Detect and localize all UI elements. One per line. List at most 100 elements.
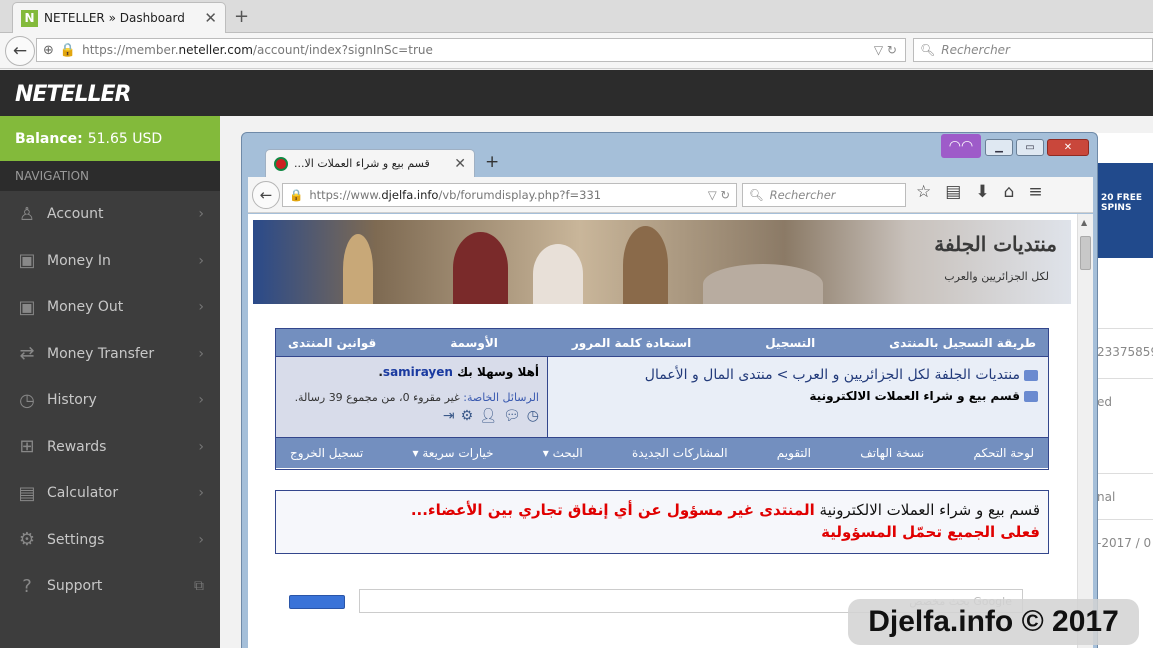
- scrollbar-thumb[interactable]: [1080, 236, 1091, 270]
- reload-icon[interactable]: ▽ ↻: [874, 43, 897, 57]
- watermark: Djelfa.info © 2017: [848, 599, 1139, 645]
- calculator-icon: ▤: [18, 482, 36, 504]
- sidebar-item-label: History: [47, 392, 97, 409]
- reading-list-icon[interactable]: ▤: [945, 182, 961, 202]
- menu-icon[interactable]: ≡: [1028, 182, 1042, 202]
- url-prefix: https://www.: [309, 188, 382, 202]
- welcome-box: أهلا وسهلا بك samirayen. الرسائل الخاصة:…: [276, 357, 548, 437]
- child-graphic: [453, 232, 508, 304]
- inner-browser-window: ◠◠ ▁ ▭ ✕ قسم بيع و شراء العملات الا... ✕…: [241, 132, 1098, 648]
- google-search-button[interactable]: [289, 595, 345, 609]
- search-input[interactable]: 🔍︎ Rechercher: [742, 183, 906, 207]
- close-tab-icon[interactable]: ✕: [204, 9, 217, 27]
- back-button[interactable]: ←: [252, 181, 280, 209]
- top-links: طريقة التسجيل بالمنتدى التسجيل استعادة ك…: [276, 329, 1048, 356]
- nav-header: NAVIGATION: [0, 161, 220, 191]
- transfer-icon: ⇄: [19, 343, 35, 365]
- sidebar-item-label: Money In: [47, 252, 111, 269]
- toolbar-icons: ☆ ▤ ⬇ ⌂ ≡: [916, 182, 1043, 202]
- forum-mid-row: منتديات الجلفة لكل الجزائريين و العرب > …: [276, 356, 1048, 438]
- crowd-graphic: [703, 264, 823, 304]
- bookmark-star-icon[interactable]: ☆: [916, 182, 931, 202]
- logout-icon[interactable]: ⇥: [443, 408, 455, 424]
- link-recover-password[interactable]: استعادة كلمة المرور: [572, 336, 691, 350]
- user-icons: ◷ 💬︎ 👤︎ ⚙ ⇥: [284, 408, 539, 424]
- link-mobile[interactable]: نسخة الهاتف: [860, 446, 924, 460]
- scroll-up-icon[interactable]: ▲: [1081, 218, 1087, 227]
- site-info-icon[interactable]: ⊕: [43, 43, 54, 58]
- sidebar-item-support[interactable]: ? Support ⧉: [0, 563, 220, 610]
- search-icon: 🔍︎: [920, 43, 936, 57]
- balance-bar: Balance: 51.65 USD: [0, 116, 220, 161]
- minimize-button[interactable]: ▁: [985, 139, 1013, 156]
- neteller-favicon: N: [21, 9, 38, 27]
- download-icon[interactable]: ⬇: [975, 182, 989, 202]
- welcome-greeting: أهلا وسهلا بك: [457, 365, 539, 379]
- outer-tab[interactable]: N NETELLER » Dashboard ✕: [12, 2, 226, 33]
- link-register[interactable]: التسجيل: [765, 336, 815, 350]
- link-badges[interactable]: الأوسمة: [450, 336, 498, 350]
- url-host: djelfa.info: [381, 188, 439, 202]
- add-user-icon[interactable]: 👤︎: [479, 408, 497, 424]
- sidebar: Balance: 51.65 USD NAVIGATION ♙ Account › …: [0, 116, 220, 648]
- close-tab-icon[interactable]: ✕: [454, 156, 466, 172]
- gift-icon: ⊞: [19, 436, 35, 458]
- sidebar-item-history[interactable]: ◷ History ›: [0, 377, 220, 424]
- djelfa-favicon: [274, 156, 288, 171]
- notice-forum-name: قسم بيع و شراء العملات الالكترونية: [819, 501, 1040, 519]
- link-new-posts[interactable]: المشاركات الجديدة: [632, 446, 728, 460]
- breadcrumb-section[interactable]: منتدى المال و الأعمال: [645, 367, 773, 383]
- notice-line-2: فعلى الجميع تحمّل المسؤولية: [821, 523, 1040, 541]
- chevron-right-icon: ›: [198, 438, 204, 455]
- peek-row: 23375859: [1097, 328, 1153, 374]
- link-search[interactable]: البحث ▾: [543, 446, 583, 460]
- home-icon[interactable]: ⌂: [1004, 182, 1015, 202]
- back-button[interactable]: ←: [5, 36, 35, 66]
- inner-nav-bar: ← 🔒 https://www. djelfa.info/vb/forumdisp…: [248, 177, 1093, 213]
- sidebar-item-label: Calculator: [47, 485, 119, 502]
- link-register-howto[interactable]: طريقة التسجيل بالمنتدى: [889, 336, 1036, 350]
- address-bar[interactable]: 🔒 https://www. djelfa.info/vb/forumdispla…: [282, 183, 737, 207]
- sidebar-item-calculator[interactable]: ▤ Calculator ›: [0, 470, 220, 517]
- chevron-right-icon: ›: [198, 531, 204, 548]
- forum-banner[interactable]: منتديات الجلفة لكل الجزائريين والعرب: [253, 220, 1071, 304]
- pm-link[interactable]: الرسائل الخاصة:: [463, 391, 539, 404]
- current-forum-title[interactable]: قسم بيع و شراء العملات الالكترونية: [809, 389, 1020, 403]
- casino-ad[interactable]: 20 FREE SPINS: [1097, 163, 1153, 258]
- link-calendar[interactable]: التقويم: [777, 446, 811, 460]
- balance-label: Balance:: [15, 130, 83, 147]
- clock-icon: ◷: [19, 389, 35, 411]
- address-bar[interactable]: ⊕ 🔒 https://member. neteller.com/account/…: [36, 38, 906, 62]
- sidebar-item-rewards[interactable]: ⊞ Rewards ›: [0, 424, 220, 471]
- peek-row: ed: [1097, 378, 1153, 424]
- balance-value: 51.65 USD: [87, 130, 163, 147]
- breadcrumb-root[interactable]: منتديات الجلفة لكل الجزائريين و العرب: [792, 367, 1020, 383]
- sidebar-item-money-in[interactable]: ▣ Money In ›: [0, 238, 220, 285]
- sidebar-item-money-transfer[interactable]: ⇄ Money Transfer ›: [0, 331, 220, 378]
- link-logout[interactable]: تسجيل الخروج: [290, 446, 363, 460]
- link-control-panel[interactable]: لوحة التحكم: [974, 446, 1035, 460]
- clock-icon[interactable]: ◷: [527, 408, 539, 424]
- gear-icon[interactable]: ⚙: [461, 408, 474, 424]
- new-tab-icon[interactable]: +: [485, 152, 499, 172]
- search-input[interactable]: 🔍︎ Rechercher: [913, 38, 1153, 62]
- close-window-button[interactable]: ✕: [1047, 139, 1089, 156]
- chat-icon[interactable]: 💬︎: [503, 408, 521, 424]
- username-link[interactable]: samirayen: [383, 365, 453, 379]
- sidebar-item-label: Settings: [47, 531, 105, 548]
- link-quick-options[interactable]: خيارات سريعة ▾: [413, 446, 494, 460]
- page-scrollbar[interactable]: ▲: [1077, 214, 1093, 648]
- dashboard-peek: 20 FREE SPINS 23375859 ed nal -2017 / 0: [1097, 133, 1153, 648]
- new-tab-icon[interactable]: +: [234, 6, 249, 27]
- link-rules[interactable]: قوانين المنتدى: [288, 336, 376, 350]
- reload-icon[interactable]: ▽ ↻: [708, 188, 730, 202]
- inner-tab[interactable]: قسم بيع و شراء العملات الا... ✕: [265, 149, 475, 177]
- maximize-button[interactable]: ▭: [1016, 139, 1044, 156]
- outer-tab-bar: N NETELLER » Dashboard ✕ +: [0, 0, 1153, 33]
- sidebar-item-settings[interactable]: ⚙ Settings ›: [0, 517, 220, 564]
- url-path: /vb/forumdisplay.php?f=331: [438, 188, 602, 202]
- sidebar-item-account[interactable]: ♙ Account ›: [0, 191, 220, 238]
- sidebar-item-money-out[interactable]: ▣ Money Out ›: [0, 284, 220, 331]
- private-browsing-icon: ◠◠: [941, 134, 981, 158]
- neteller-logo[interactable]: NETELLER: [15, 82, 131, 107]
